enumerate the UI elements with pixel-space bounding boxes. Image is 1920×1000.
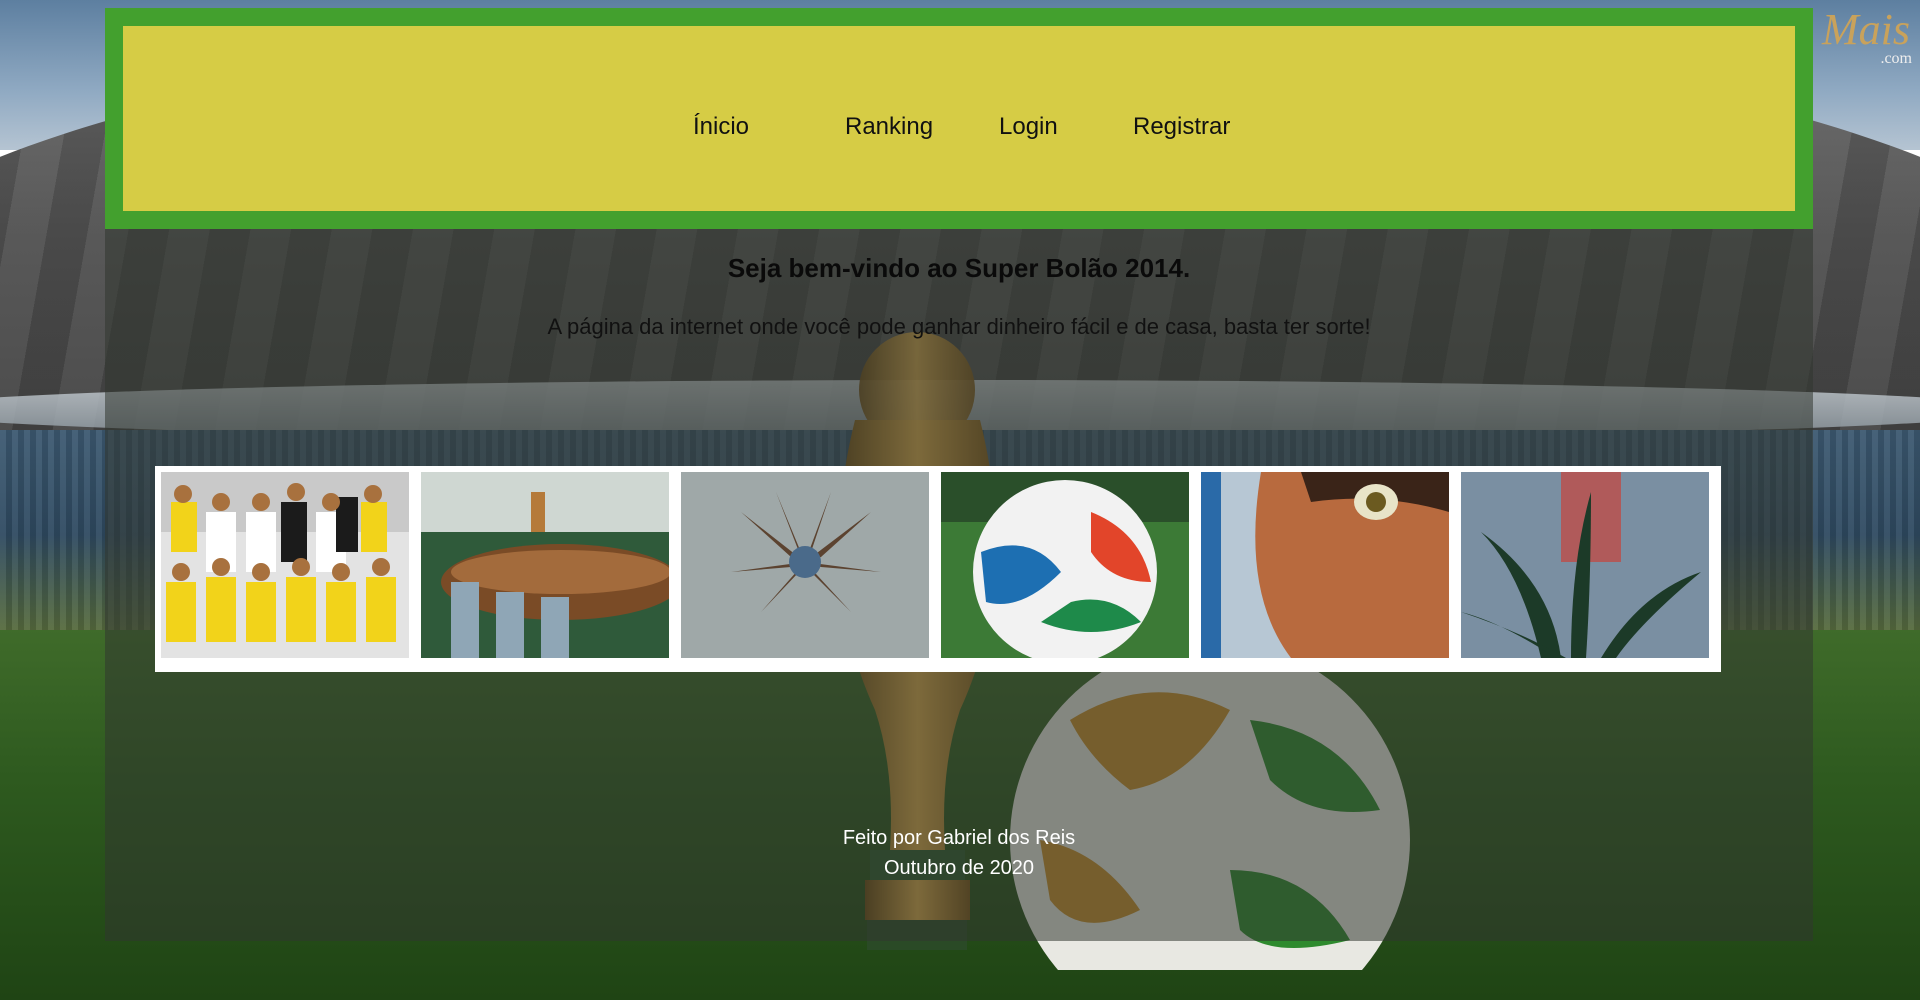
header: Ínicio Ranking Login Registrar <box>105 8 1813 229</box>
gallery-image-team[interactable] <box>161 472 409 658</box>
logo-main-text: Mais <box>1822 5 1910 54</box>
nav-link-inicio[interactable]: Ínicio <box>693 110 749 144</box>
nav-link-ranking[interactable]: Ranking <box>845 110 933 144</box>
gallery-image-ball[interactable] <box>941 472 1189 658</box>
nav-link-login[interactable]: Login <box>999 110 1058 144</box>
nav-link-registrar[interactable]: Registrar <box>1133 110 1230 144</box>
main-nav: Ínicio Ranking Login Registrar <box>123 110 1795 144</box>
gallery-image-plant[interactable] <box>1461 472 1709 658</box>
welcome-heading: Seja bem-vindo ao Super Bolão 2014. <box>727 253 1191 283</box>
tagline-text: A página da internet onde você pode ganh… <box>547 314 1371 339</box>
gallery-image-ceremony[interactable] <box>681 472 929 658</box>
footer: Feito por Gabriel dos Reis Outubro de 20… <box>105 823 1813 883</box>
header-inner: Ínicio Ranking Login Registrar <box>123 26 1795 211</box>
gallery-image-canoe[interactable] <box>421 472 669 658</box>
footer-date: Outubro de 2020 <box>883 857 1035 879</box>
photo-gallery <box>155 466 1721 672</box>
site-logo: Mais .com <box>1822 8 1912 68</box>
logo-sub-text: .com <box>1880 50 1912 67</box>
gallery-image-character[interactable] <box>1201 472 1449 658</box>
main-panel: Ínicio Ranking Login Registrar Seja bem-… <box>105 8 1813 941</box>
footer-author: Feito por Gabriel dos Reis <box>842 827 1076 849</box>
